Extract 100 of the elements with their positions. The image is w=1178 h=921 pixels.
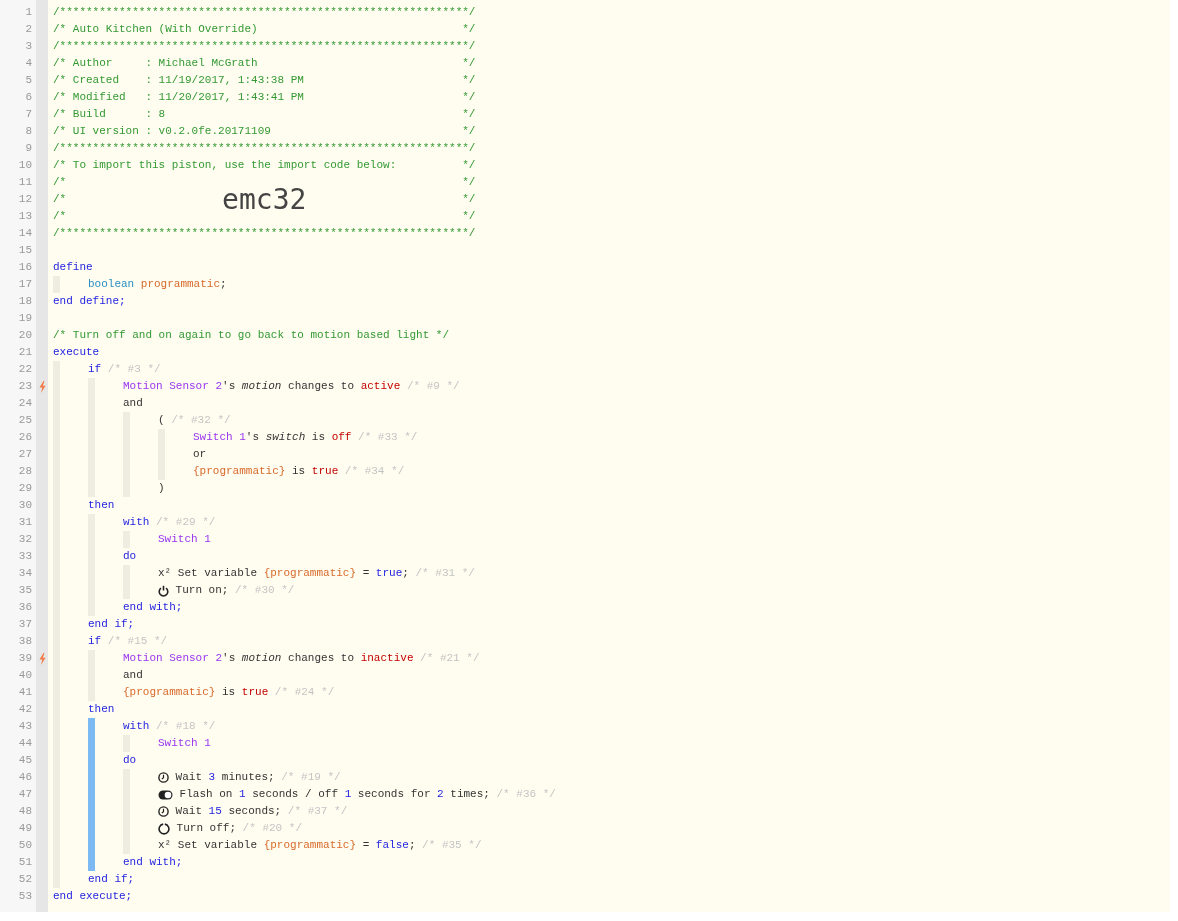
code-text: ( /* #32 */ — [158, 413, 231, 428]
comment-text: /* — [53, 192, 67, 207]
line-number: 11 — [17, 175, 33, 190]
line-number: 37 — [17, 617, 33, 632]
line-number: 22 — [17, 362, 33, 377]
code-text: with /* #29 */ — [123, 515, 216, 530]
line-number: 41 — [17, 685, 33, 700]
comment-text: /**************************************************************/ — [53, 5, 476, 20]
code-text: then — [88, 702, 115, 717]
import-code: emc32 — [222, 184, 307, 215]
line-number: 43 — [17, 719, 33, 734]
code-text: Motion Sensor 2's motion changes to active /* #9 */ — [123, 379, 460, 394]
line-number: 13 — [17, 209, 33, 224]
line-number: 53 — [17, 889, 33, 904]
code-text: or — [193, 447, 207, 462]
code-text: and — [123, 668, 143, 683]
line-number: 34 — [17, 566, 33, 581]
line-number: 14 — [17, 226, 33, 241]
line-number: 32 — [17, 532, 33, 547]
code-text: Flash on 1 seconds / off 1 seconds for 2 times; /* #36 */ — [178, 787, 556, 802]
code-text: Switch 1 — [158, 736, 211, 751]
code-text: then — [88, 498, 115, 513]
line-number: 7 — [24, 107, 33, 122]
code-text: boolean programmatic; — [88, 277, 227, 292]
line-number: 17 — [17, 277, 33, 292]
line-number: 38 — [17, 634, 33, 649]
power-icon — [158, 584, 169, 597]
line-number: 12 — [17, 192, 33, 207]
comment-text: /* — [53, 209, 67, 224]
comment-text: */ — [462, 73, 476, 88]
code-text: Turn off; /* #20 */ — [175, 821, 303, 836]
code-text: ) — [158, 481, 165, 496]
line-number: 40 — [17, 668, 33, 683]
comment-text: /* Author : Michael McGrath — [53, 56, 258, 71]
line-number: 5 — [24, 73, 33, 88]
code-text: end if; — [88, 617, 135, 632]
line-number: 4 — [24, 56, 33, 71]
line-number: 45 — [17, 753, 33, 768]
line-number: 21 — [17, 345, 33, 360]
comment-text: /* Created : 11/19/2017, 1:43:38 PM — [53, 73, 304, 88]
comment-text: /* — [53, 175, 67, 190]
toggle-icon — [158, 789, 173, 800]
line-number: 42 — [17, 702, 33, 717]
code-text: end define; — [53, 294, 126, 309]
code-text: x² Set variable {programmatic} = false; /* #35 */ — [158, 838, 482, 853]
line-number: 25 — [17, 413, 33, 428]
code-text: Motion Sensor 2's motion changes to inactive /* #21 */ — [123, 651, 480, 666]
line-number: 19 — [17, 311, 33, 326]
comment-text: */ — [462, 192, 476, 207]
line-number: 39 — [17, 651, 33, 666]
comment-text: /* Auto Kitchen (With Override) — [53, 22, 258, 37]
comment-text: */ — [462, 56, 476, 71]
code-text: Switch 1 — [158, 532, 211, 547]
code-text: execute — [53, 345, 100, 360]
comment-text: /**************************************************************/ — [53, 39, 476, 54]
line-number: 10 — [17, 158, 33, 173]
comment-text: /* UI version : v0.2.0fe.20171109 — [53, 124, 271, 139]
line-number: 6 — [24, 90, 33, 105]
code-text: do — [123, 549, 137, 564]
line-number: 1 — [24, 5, 33, 20]
comment-text: /* Build : 8 — [53, 107, 166, 122]
code-text: if /* #3 */ — [88, 362, 161, 377]
code-text: Turn on; /* #30 */ — [174, 583, 295, 598]
code-text: with /* #18 */ — [123, 719, 216, 734]
comment-text: */ — [462, 158, 476, 173]
code-text: x² Set variable {programmatic} = true; /* #31 */ — [158, 566, 475, 581]
code-text: and — [123, 396, 143, 411]
code-text: /* Turn off and on again to go back to motion based light */ — [53, 328, 450, 343]
line-number: 24 — [17, 396, 33, 411]
comment-text: /**************************************************************/ — [53, 226, 476, 241]
line-number: 28 — [17, 464, 33, 479]
code-text: define — [53, 260, 93, 275]
line-number: 36 — [17, 600, 33, 615]
line-number: 2 — [24, 22, 33, 37]
code-text: {programmatic} is true /* #24 */ — [123, 685, 335, 700]
line-number: 26 — [17, 430, 33, 445]
code-text: end if; — [88, 872, 135, 887]
line-number: 49 — [17, 821, 33, 836]
code-text: end with; — [123, 600, 183, 615]
line-number: 33 — [17, 549, 33, 564]
code-text: end with; — [123, 855, 183, 870]
code-text: Wait 3 minutes; /* #19 */ — [174, 770, 341, 785]
line-number: 31 — [17, 515, 33, 530]
line-number: 44 — [17, 736, 33, 751]
clock-icon — [158, 772, 169, 783]
line-number: 47 — [17, 787, 33, 802]
line-number: 35 — [17, 583, 33, 598]
code-text: Switch 1's switch is off /* #33 */ — [193, 430, 418, 445]
line-number: 51 — [17, 855, 33, 870]
line-number: 30 — [17, 498, 33, 513]
comment-text: */ — [462, 107, 476, 122]
comment-text: */ — [462, 22, 476, 37]
line-number: 29 — [17, 481, 33, 496]
ring-icon — [158, 822, 170, 835]
line-number: 50 — [17, 838, 33, 853]
line-number: 15 — [17, 243, 33, 258]
line-number: 48 — [17, 804, 33, 819]
line-number: 3 — [24, 39, 33, 54]
comment-text: */ — [462, 209, 476, 224]
line-number: 16 — [17, 260, 33, 275]
